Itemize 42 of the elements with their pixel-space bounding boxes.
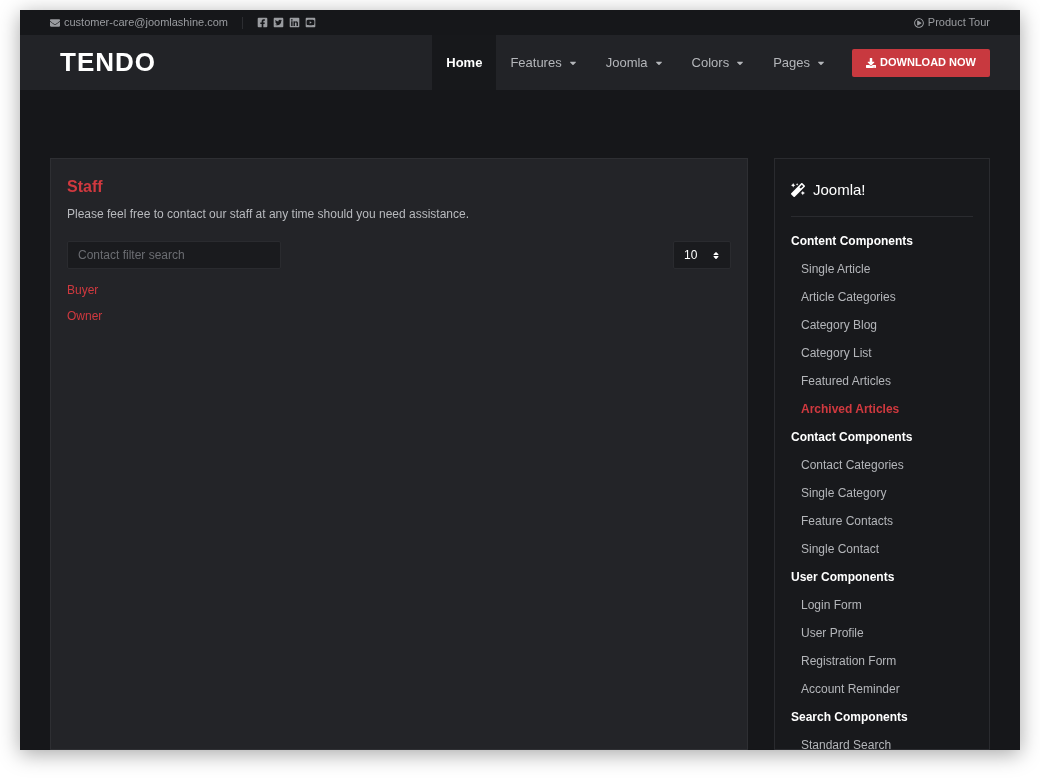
sidebar-item[interactable]: Article Categories [791,282,973,311]
sidebar-item[interactable]: Archived Articles [791,394,973,423]
sidebar-item[interactable]: Single Contact [791,534,973,563]
nav-item[interactable]: Colors [677,35,760,90]
description: Please feel free to contact our staff at any time should you need assistance. [67,206,471,223]
youtube-icon[interactable] [305,17,316,28]
search-field[interactable]: Contact filter search [67,241,281,269]
nav-item[interactable]: Features [496,35,592,90]
twitter-icon[interactable] [273,17,284,28]
contact-email[interactable]: customer-care@joomlashine.com [64,14,228,31]
sidebar-item[interactable]: Single Article [791,254,973,283]
sidebar-item[interactable]: Feature Contacts [791,506,973,535]
page-title: Staff [67,177,104,197]
sidebar-item[interactable]: Single Category [791,478,973,507]
sidebar-item[interactable]: Standard Search [791,730,973,750]
logo[interactable]: TENDO [60,43,156,82]
limit-select[interactable]: 10 [673,241,731,269]
sidebar-title: Joomla! [813,180,866,200]
linkedin-icon[interactable] [289,17,300,28]
sidebar-item[interactable]: Category Blog [791,310,973,339]
download-icon [866,57,877,68]
sidebar-item[interactable]: Featured Articles [791,366,973,395]
sort-icon [712,250,720,260]
facebook-icon[interactable] [257,17,268,28]
sidebar-group-heading[interactable]: Search Components [791,702,973,731]
sidebar-item[interactable]: Contact Categories [791,450,973,479]
sidebar-group-heading[interactable]: Content Components [791,226,973,255]
sidebar-item[interactable]: User Profile [791,618,973,647]
nav-item[interactable]: Home [432,35,497,90]
sidebar-group-heading[interactable]: Contact Components [791,422,973,451]
sidebar-group-heading[interactable]: User Components [791,562,973,591]
sidebar-item[interactable]: Registration Form [791,646,973,675]
nav-item[interactable]: Joomla [591,35,678,90]
magic-wand-icon [791,183,805,198]
product-tour-link[interactable]: Product Tour [927,14,990,31]
sidebar-item[interactable]: Account Reminder [791,674,973,703]
nav-item[interactable]: Pages [759,35,841,90]
download-button[interactable]: DOWNLOAD NOW [852,48,990,77]
play-icon [913,17,924,28]
sidebar-item[interactable]: Category List [791,338,973,367]
envelope-icon [50,17,60,28]
sidebar-item[interactable]: Login Form [791,590,973,619]
